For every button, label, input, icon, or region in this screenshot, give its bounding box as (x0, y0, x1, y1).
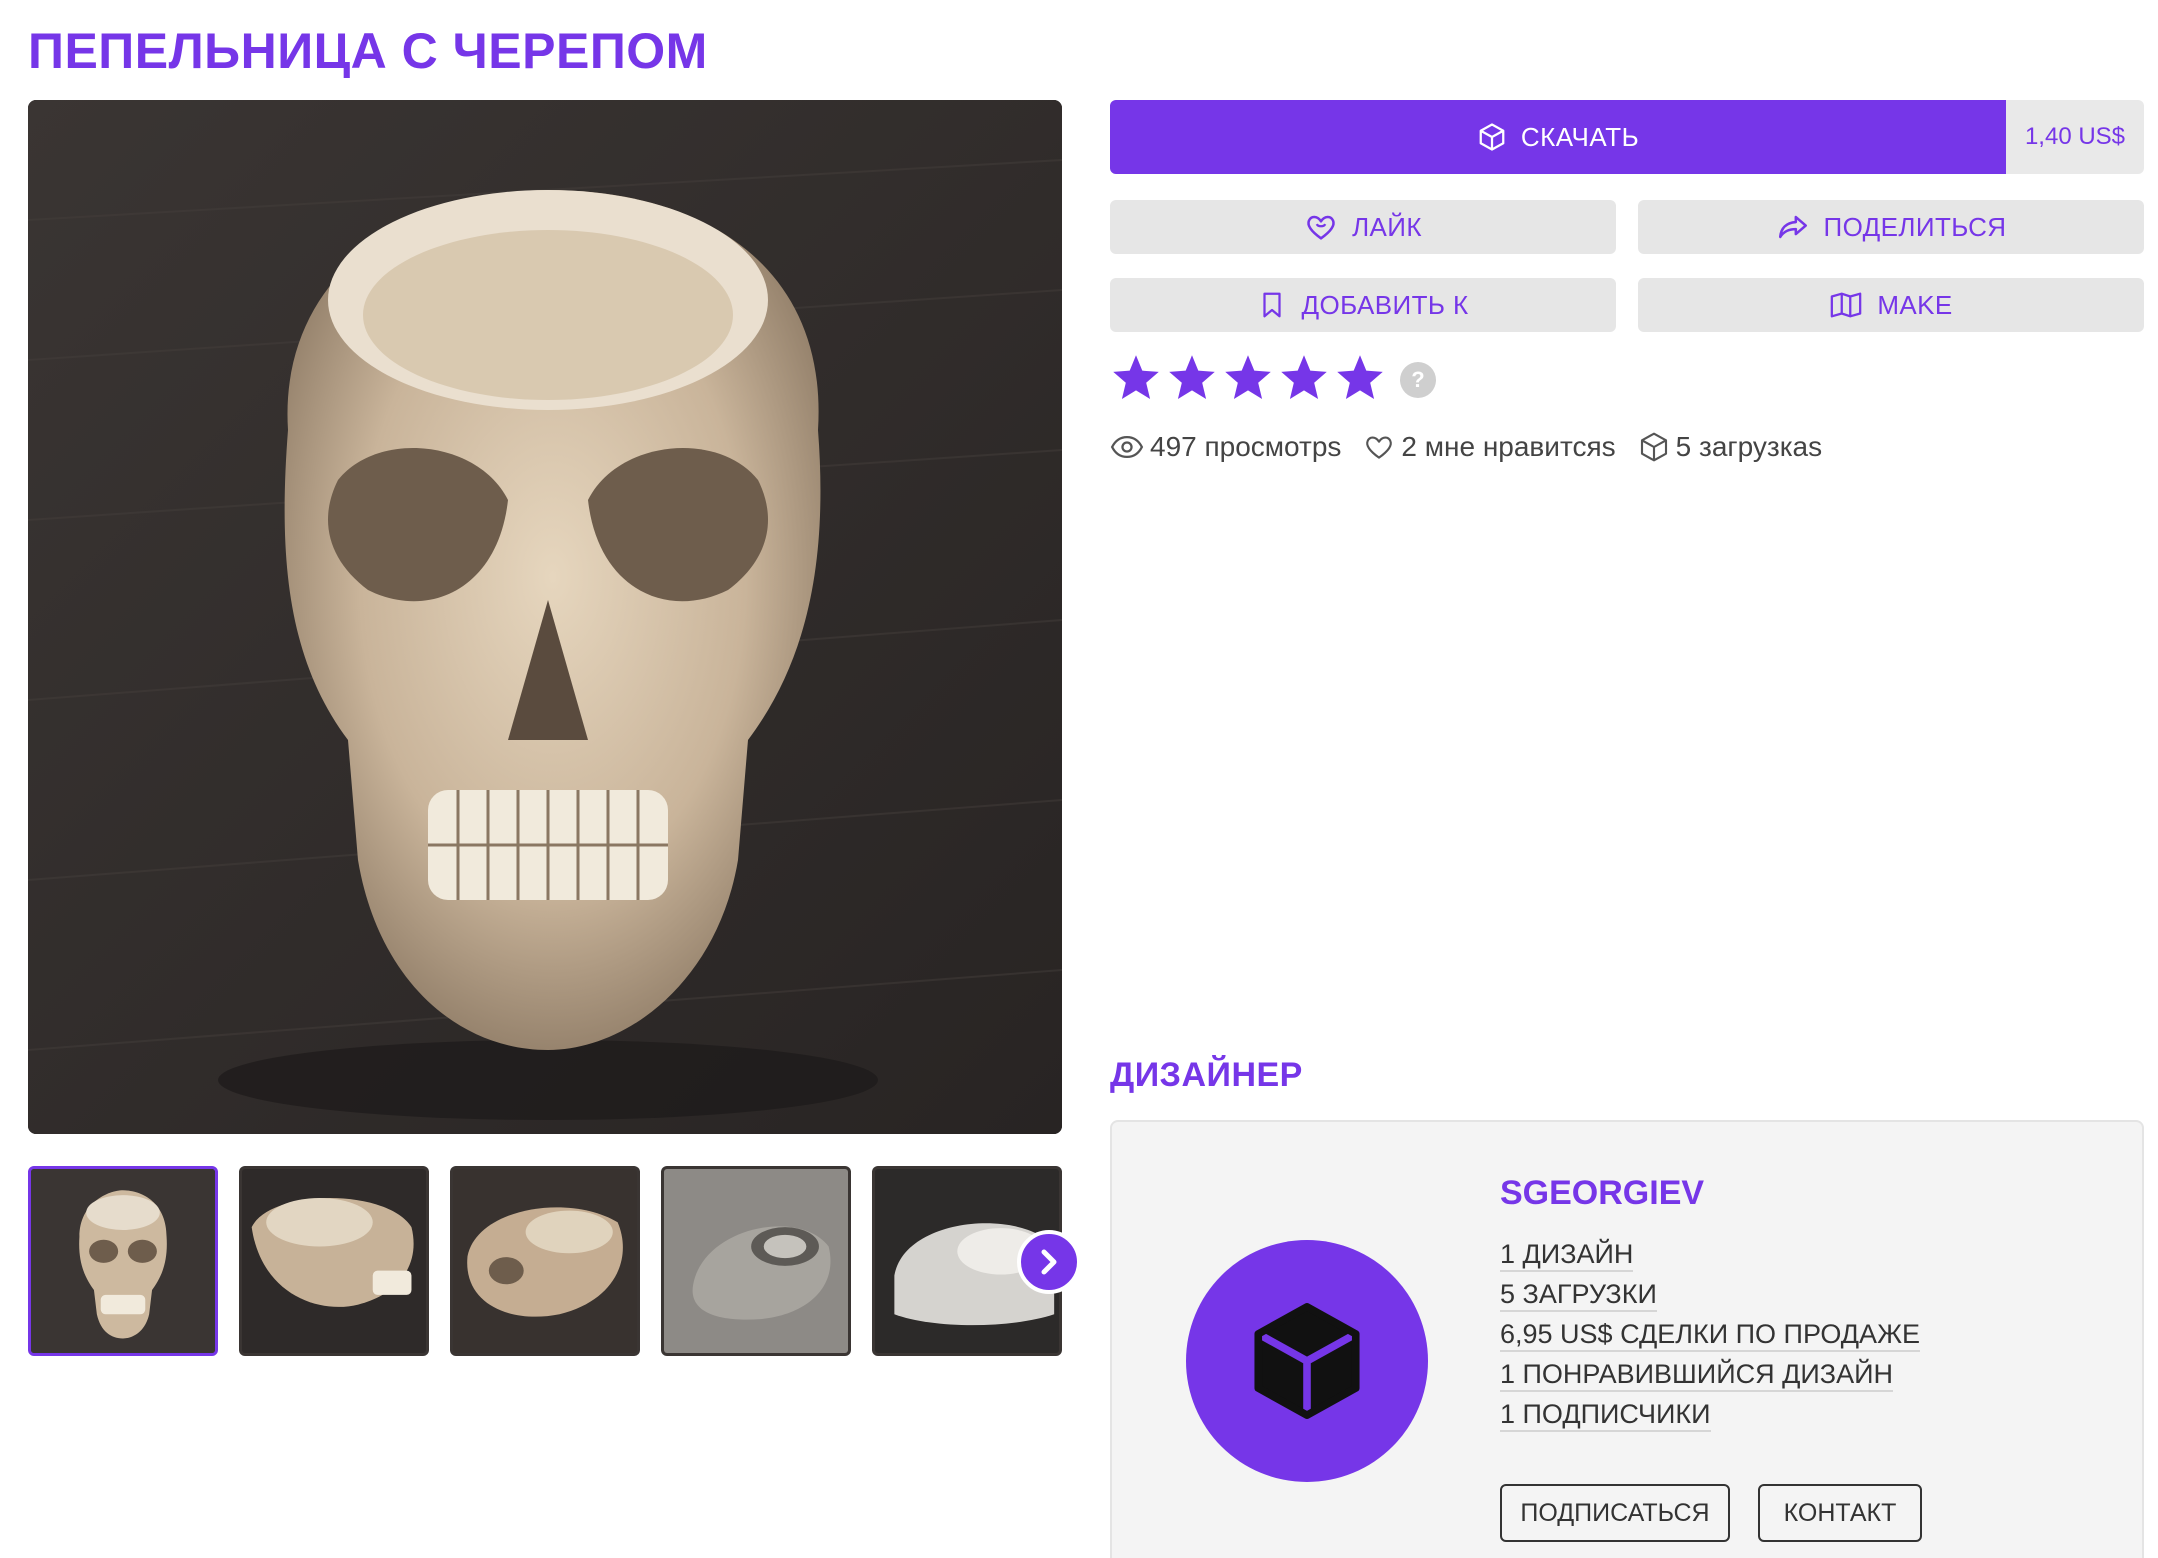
views-count: 497 просмотрs (1150, 431, 1342, 462)
heart-icon (1366, 436, 1393, 459)
bookmark-icon (1263, 292, 1282, 318)
cube-icon (1640, 432, 1667, 462)
designer-downloads[interactable]: 5 ЗАГРУЗКИ (1500, 1274, 1920, 1314)
likes-count: 2 мне нравитсяs (1401, 431, 1616, 462)
designer-liked-designs[interactable]: 1 ПОНРАВИВШИЙСЯ ДИЗАЙН (1500, 1354, 1920, 1394)
downloads-count: 5 загрузкаs (1675, 431, 1823, 462)
make-button[interactable]: MAKE (1638, 278, 2144, 332)
designer-stats: 1 ДИЗАЙН 5 ЗАГРУЗКИ 6,95 US$ СДЕЛКИ ПО П… (1500, 1234, 1921, 1434)
like-button[interactable]: ЛАЙК (1110, 200, 1616, 254)
star-icon[interactable] (1222, 352, 1274, 404)
thumbnail-4[interactable] (661, 1166, 851, 1356)
share-label: ПОДЕЛИТЬСЯ (1823, 211, 2007, 242)
price-tag: 1,40 US$ (2006, 100, 2144, 174)
gallery-next-button[interactable] (1017, 1230, 1081, 1294)
star-icon[interactable] (1278, 352, 1330, 404)
designer-card: SGEORGIEV 1 ДИЗАЙН 5 ЗАГРУЗКИ 6,95 US$ С… (1110, 1120, 2144, 1558)
cube-icon (1254, 1303, 1360, 1419)
likes-stat: 2 мне нравитсяs (1363, 430, 1616, 464)
skull-thumbnail-image (31, 1169, 215, 1353)
views-stat: 497 просмотрs (1110, 430, 1341, 464)
designer-designs[interactable]: 1 ДИЗАЙН (1500, 1234, 1920, 1274)
download-label: СКАЧАТЬ (1520, 121, 1640, 152)
cube-icon (1479, 123, 1505, 151)
downloads-stat: 5 загрузкаs (1638, 430, 1823, 464)
thumbnail-2[interactable] (239, 1166, 429, 1356)
designer-sales[interactable]: 6,95 US$ СДЕЛКИ ПО ПРОДАЖЕ (1500, 1314, 1921, 1354)
add-to-label: ДОБАВИТЬ К (1301, 289, 1469, 320)
open-book-icon (1831, 292, 1862, 318)
main-product-photo[interactable] (28, 100, 1062, 1134)
skull-angle-thumbnail-image (453, 1169, 637, 1353)
skull-ashtray-photo (28, 100, 1062, 1134)
avatar[interactable] (1186, 1240, 1428, 1482)
eye-icon (1110, 435, 1144, 459)
designer-followers[interactable]: 1 ПОДПИСЧИКИ (1500, 1394, 1920, 1434)
skull-side-thumbnail-image (242, 1169, 426, 1353)
chevron-right-icon (1041, 1249, 1057, 1275)
share-button[interactable]: ПОДЕЛИТЬСЯ (1638, 200, 2144, 254)
like-label: ЛАЙК (1352, 211, 1422, 242)
page-title: ПЕПЕЛЬНИЦА С ЧЕРЕПОМ (28, 23, 708, 79)
designer-heading: ДИЗАЙНЕР (1110, 1056, 1303, 1094)
make-label: MAKE (1877, 289, 1953, 320)
star-rating[interactable] (1110, 352, 1386, 404)
stats-row: 497 просмотрs 2 мне нравитсяs 5 загрузка… (1110, 430, 1822, 464)
add-to-collection-button[interactable]: ДОБАВИТЬ К (1110, 278, 1616, 332)
designer-name[interactable]: SGEORGIEV (1500, 1174, 1704, 1213)
heart-icon (1307, 215, 1335, 240)
star-icon[interactable] (1166, 352, 1218, 404)
silver-skull-thumbnail-image (664, 1169, 848, 1353)
follow-button[interactable]: ПОДПИСАТЬСЯ (1500, 1484, 1730, 1542)
star-icon[interactable] (1334, 352, 1386, 404)
star-icon[interactable] (1110, 352, 1162, 404)
thumbnail-3[interactable] (450, 1166, 640, 1356)
thumbnail-1[interactable] (28, 1166, 218, 1356)
share-arrow-icon (1778, 215, 1807, 239)
download-button[interactable]: СКАЧАТЬ (1110, 100, 2006, 174)
help-icon[interactable]: ? (1400, 362, 1436, 398)
contact-button[interactable]: КОНТАКТ (1758, 1484, 1922, 1542)
